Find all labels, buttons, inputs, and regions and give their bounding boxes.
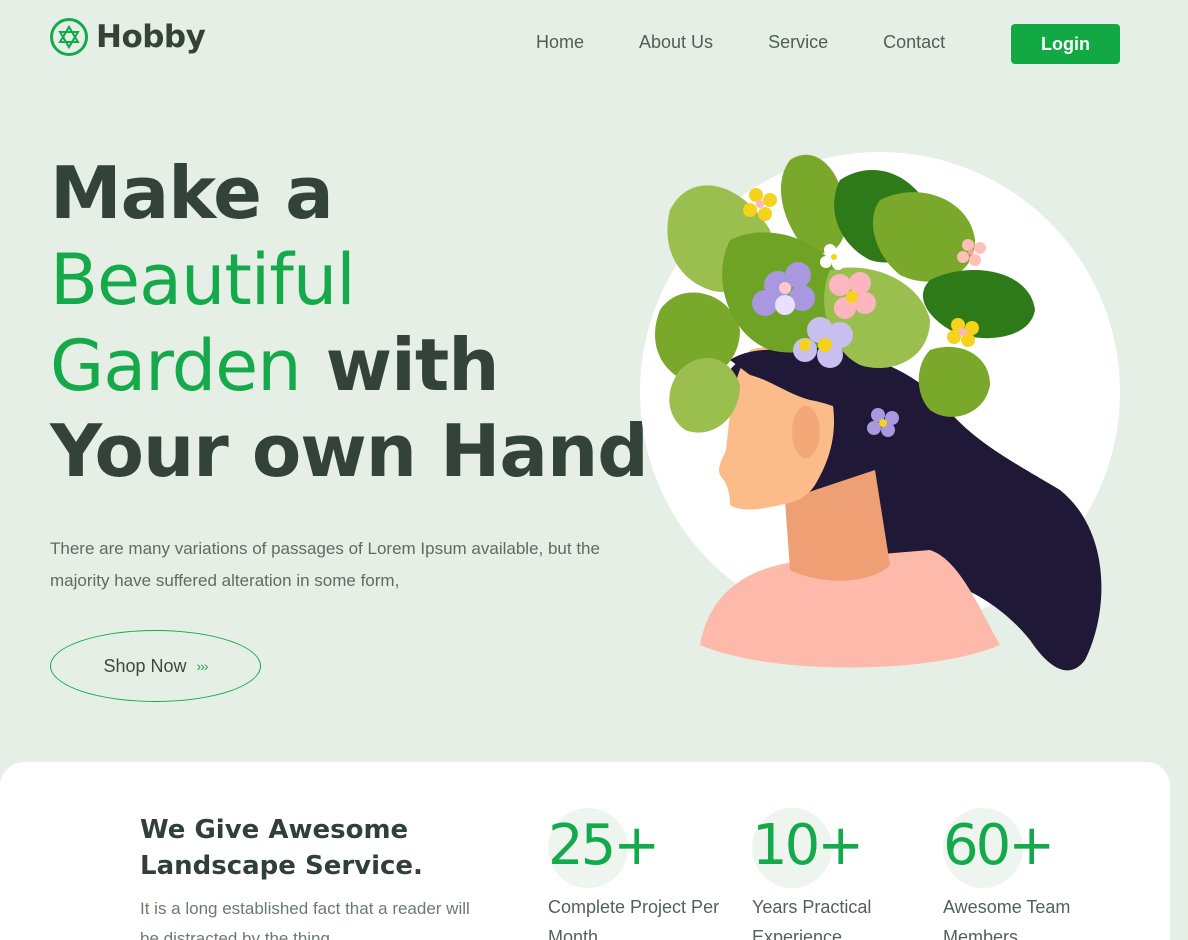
nav-about-us[interactable]: About Us	[639, 32, 713, 53]
stat-team: 60+ Awesome Team Members	[943, 808, 1123, 940]
stat-number: 10+	[752, 813, 864, 878]
stat-projects: 25+ Complete Project Per Month	[548, 808, 728, 940]
stat-experience: 10+ Years Practical Experience	[752, 808, 932, 940]
services-text: It is a long established fact that a rea…	[140, 899, 470, 940]
top-navbar: Hobby Home About Us Service Contact Logi…	[0, 0, 1188, 90]
leaf-logo-icon	[50, 18, 88, 56]
nav-home[interactable]: Home	[536, 32, 584, 53]
brand-logo[interactable]: Hobby	[50, 18, 206, 56]
stat-label: Awesome Team Members	[943, 897, 1071, 940]
main-menu: Home About Us Service Contact	[536, 32, 1000, 53]
hero-description: There are many variations of passages of…	[50, 539, 600, 590]
nav-contact[interactable]: Contact	[883, 32, 945, 53]
shop-now-button[interactable]: Shop Now ›››	[50, 630, 261, 702]
stat-number: 25+	[548, 813, 660, 878]
brand-name: Hobby	[96, 19, 206, 55]
services-card: We Give Awesome Landscape Service. It is…	[0, 762, 1170, 940]
woman-with-plants-illustration	[630, 140, 1130, 685]
hero-line-1: Make a	[50, 151, 334, 235]
stat-number: 60+	[943, 813, 1055, 878]
hero-line-3-light: Garden	[50, 325, 302, 407]
nav-service[interactable]: Service	[768, 32, 828, 53]
hero-line-4: Your own Hand	[50, 409, 649, 493]
services-title: We Give Awesome Landscape Service.	[140, 815, 423, 881]
shop-now-label: Shop Now	[103, 655, 187, 676]
login-button[interactable]: Login	[1011, 24, 1120, 64]
stat-label: Complete Project Per Month	[548, 897, 720, 940]
hero-line-2: Beautiful	[50, 239, 356, 321]
chevrons-right-icon: ›››	[196, 658, 209, 674]
hero-heading: Make a Beautiful Garden with Your own Ha…	[50, 150, 649, 494]
stat-label: Years Practical Experience	[752, 897, 872, 940]
hero-line-3-bold: with	[325, 323, 500, 407]
